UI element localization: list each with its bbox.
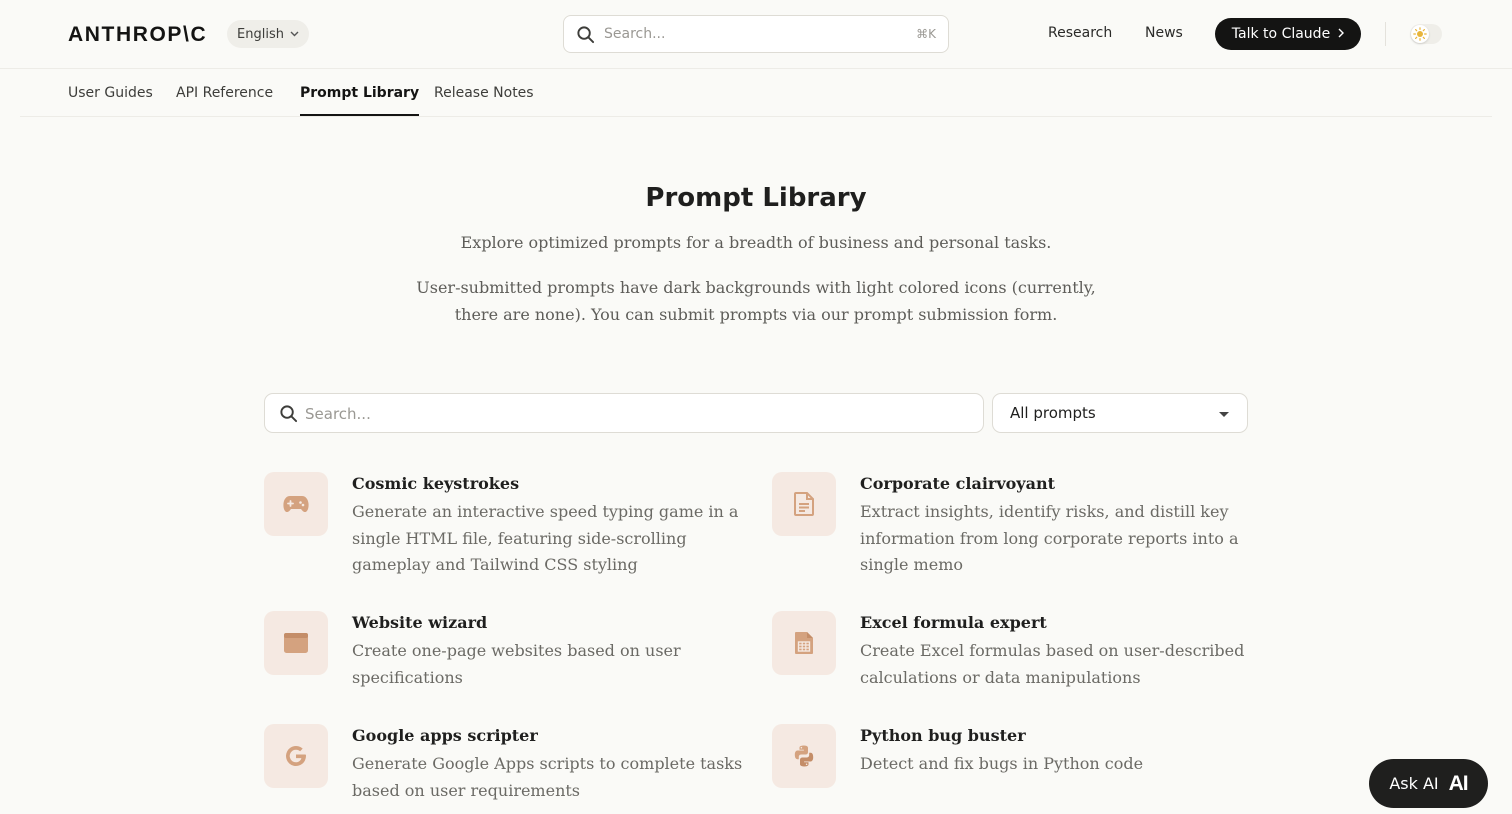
ask-ai-label: Ask AI bbox=[1389, 774, 1439, 793]
anthropic-ai-mark-icon: AI bbox=[1448, 771, 1469, 795]
prompt-card-description: Detect and fix bugs in Python code bbox=[860, 754, 1144, 773]
prompt-card-title: Cosmic keystrokes bbox=[352, 474, 520, 493]
nav-research-link[interactable]: Research bbox=[1048, 25, 1112, 41]
page-title: Prompt Library bbox=[645, 183, 867, 213]
gamepad-icon bbox=[264, 472, 328, 536]
submission-note: User-submitted prompts have dark backgro… bbox=[416, 278, 1096, 324]
page-subtitle: Explore optimized prompts for a breadth … bbox=[460, 233, 1052, 252]
nav-news-link[interactable]: News bbox=[1145, 25, 1183, 41]
document-icon bbox=[772, 472, 836, 536]
prompt-card-title: Website wizard bbox=[352, 613, 488, 632]
python-icon bbox=[772, 724, 836, 788]
chevron-down-icon bbox=[290, 29, 299, 40]
tab-release-notes[interactable]: Release Notes bbox=[434, 85, 534, 114]
search-icon bbox=[576, 25, 595, 48]
talk-to-claude-label: Talk to Claude bbox=[1231, 26, 1331, 42]
prompt-search-input[interactable] bbox=[305, 403, 965, 425]
top-bar: ANTHROP\C English ⌘K Research News Talk … bbox=[0, 0, 1512, 69]
prompt-card-description: Extract insights, identify risks, and di… bbox=[860, 502, 1239, 574]
theme-toggle[interactable] bbox=[1410, 24, 1442, 44]
header-divider bbox=[1385, 22, 1386, 46]
tab-api-reference[interactable]: API Reference bbox=[176, 85, 273, 114]
google-icon bbox=[264, 724, 328, 788]
prompt-card-title: Google apps scripter bbox=[352, 726, 538, 745]
tab-prompt-library[interactable]: Prompt Library bbox=[300, 85, 420, 116]
prompt-card-title: Corporate clairvoyant bbox=[860, 474, 1055, 493]
prompt-card-description: Create Excel formulas based on user-desc… bbox=[860, 641, 1245, 687]
tab-user-guides[interactable]: User Guides bbox=[68, 85, 153, 114]
language-selector[interactable]: English bbox=[227, 20, 309, 48]
sun-icon bbox=[1411, 25, 1429, 43]
prompt-filter-select[interactable]: All prompts bbox=[992, 393, 1248, 433]
global-search-input[interactable] bbox=[604, 24, 894, 44]
caret-down-icon bbox=[1219, 412, 1229, 417]
prompt-card-title: Excel formula expert bbox=[860, 613, 1047, 632]
search-icon bbox=[279, 404, 298, 427]
prompt-filter-value: All prompts bbox=[1010, 404, 1096, 422]
prompt-card-description: Generate an interactive speed typing gam… bbox=[352, 502, 739, 574]
global-search[interactable]: ⌘K bbox=[563, 15, 949, 53]
talk-to-claude-button[interactable]: Talk to Claude bbox=[1215, 18, 1361, 50]
anthropic-logo[interactable]: ANTHROP\C bbox=[68, 23, 207, 47]
spreadsheet-icon bbox=[772, 611, 836, 675]
search-shortcut-hint: ⌘K bbox=[916, 27, 936, 41]
prompt-card-description: Generate Google Apps scripts to complete… bbox=[352, 754, 743, 800]
docs-tabs: User Guides API Reference Prompt Library… bbox=[20, 69, 1492, 117]
prompt-card-title: Python bug buster bbox=[860, 726, 1026, 745]
prompt-search[interactable] bbox=[264, 393, 984, 433]
prompt-card-description: Create one-page websites based on user s… bbox=[352, 641, 681, 687]
browser-window-icon bbox=[264, 611, 328, 675]
chevron-right-icon bbox=[1338, 27, 1345, 41]
ask-ai-button[interactable]: Ask AI AI bbox=[1369, 759, 1488, 808]
language-label: English bbox=[237, 26, 284, 42]
